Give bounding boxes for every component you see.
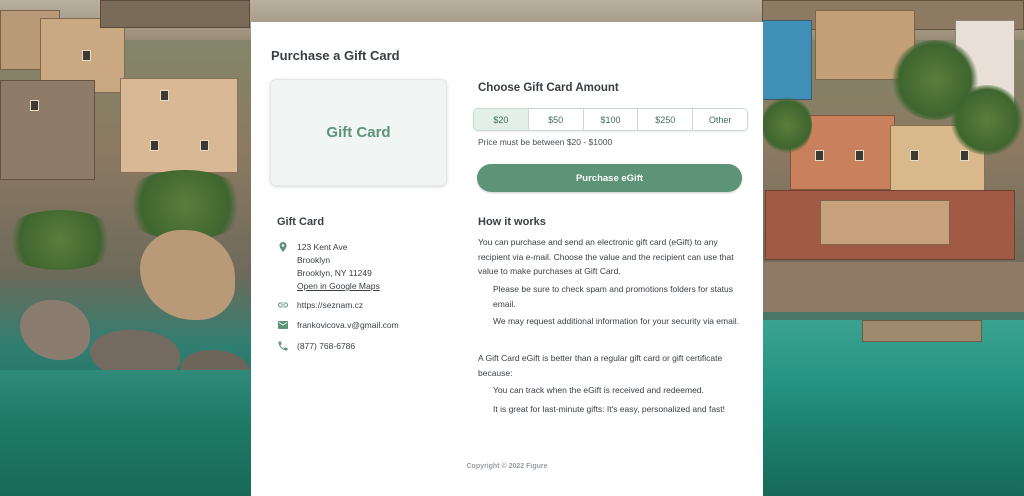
email-row: frankovicova.v@gmail.com (277, 319, 399, 332)
address-line-1: 123 Kent Ave (297, 242, 348, 252)
bg-house (0, 80, 95, 180)
bg-rock (140, 230, 235, 320)
bg-window (200, 140, 209, 151)
amount-option-50[interactable]: $50 (528, 109, 584, 130)
amount-option-250[interactable]: $250 (638, 109, 694, 130)
mail-icon (278, 321, 288, 329)
amount-selector: $20 $50 $100 $250 Other (473, 108, 748, 131)
bg-foliage (762, 95, 812, 155)
bg-window (855, 150, 864, 161)
page-title: Purchase a Gift Card (271, 48, 400, 63)
footer-copyright: Copyright © 2022 Figure (466, 463, 548, 470)
bg-window (815, 150, 824, 161)
website-link[interactable]: https://seznam.cz (297, 299, 363, 312)
gift-card-preview-label: Gift Card (326, 124, 391, 141)
email-link[interactable]: frankovicova.v@gmail.com (297, 319, 399, 332)
gift-card-preview: Gift Card (270, 79, 447, 186)
phone-number[interactable]: (877) 768-6786 (297, 340, 355, 353)
bg-house (100, 0, 250, 28)
how-it-works-benefit-track: You can track when the eGift is received… (493, 385, 704, 395)
google-maps-link[interactable]: Open in Google Maps (297, 280, 380, 293)
website-row: https://seznam.cz (277, 299, 363, 312)
bg-window (150, 140, 159, 151)
bg-window (160, 90, 169, 101)
how-it-works-heading: How it works (478, 216, 546, 228)
how-it-works-intro: You can purchase and send an electronic … (478, 237, 734, 276)
bg-foliage (0, 210, 120, 270)
bg-water-left (0, 370, 252, 496)
price-range-note: Price must be between $20 - $1000 (478, 137, 613, 147)
bg-window (30, 100, 39, 111)
bg-window (960, 150, 969, 161)
how-it-works-note-security: We may request additional information fo… (493, 316, 739, 326)
amount-heading: Choose Gift Card Amount (478, 82, 619, 94)
bg-foliage (950, 85, 1024, 155)
address-row: 123 Kent Ave Brooklyn Brooklyn, NY 11249… (277, 241, 380, 293)
bg-seawall (762, 262, 1024, 312)
phone-icon (278, 341, 288, 351)
location-pin-icon (279, 242, 287, 252)
amount-option-100[interactable]: $100 (583, 109, 639, 130)
gift-card-panel: Purchase a Gift Card Gift Card Choose Gi… (251, 22, 763, 496)
bg-water-right (762, 320, 1024, 496)
amount-option-20[interactable]: $20 (474, 109, 529, 130)
how-it-works-better: A Gift Card eGift is better than a regul… (478, 353, 723, 378)
bg-house (762, 20, 812, 100)
phone-row: (877) 768-6786 (277, 340, 355, 353)
bg-rock (20, 300, 90, 360)
bg-house (120, 78, 238, 173)
bg-window (910, 150, 919, 161)
address-line-2: Brooklyn (297, 255, 331, 265)
bg-window (82, 50, 91, 61)
how-it-works-note-spam: Please be sure to check spam and promoti… (493, 284, 734, 309)
how-it-works-benefit-fast: It is great for last-minute gifts: It's … (493, 404, 726, 414)
business-heading: Gift Card (277, 216, 325, 228)
link-icon (278, 302, 288, 308)
purchase-egift-button[interactable]: Purchase eGift (477, 164, 742, 192)
address-line-3: Brooklyn, NY 11249 (297, 268, 372, 278)
amount-option-other[interactable]: Other (693, 109, 747, 130)
bg-house (820, 200, 950, 245)
bg-pier (862, 320, 982, 342)
